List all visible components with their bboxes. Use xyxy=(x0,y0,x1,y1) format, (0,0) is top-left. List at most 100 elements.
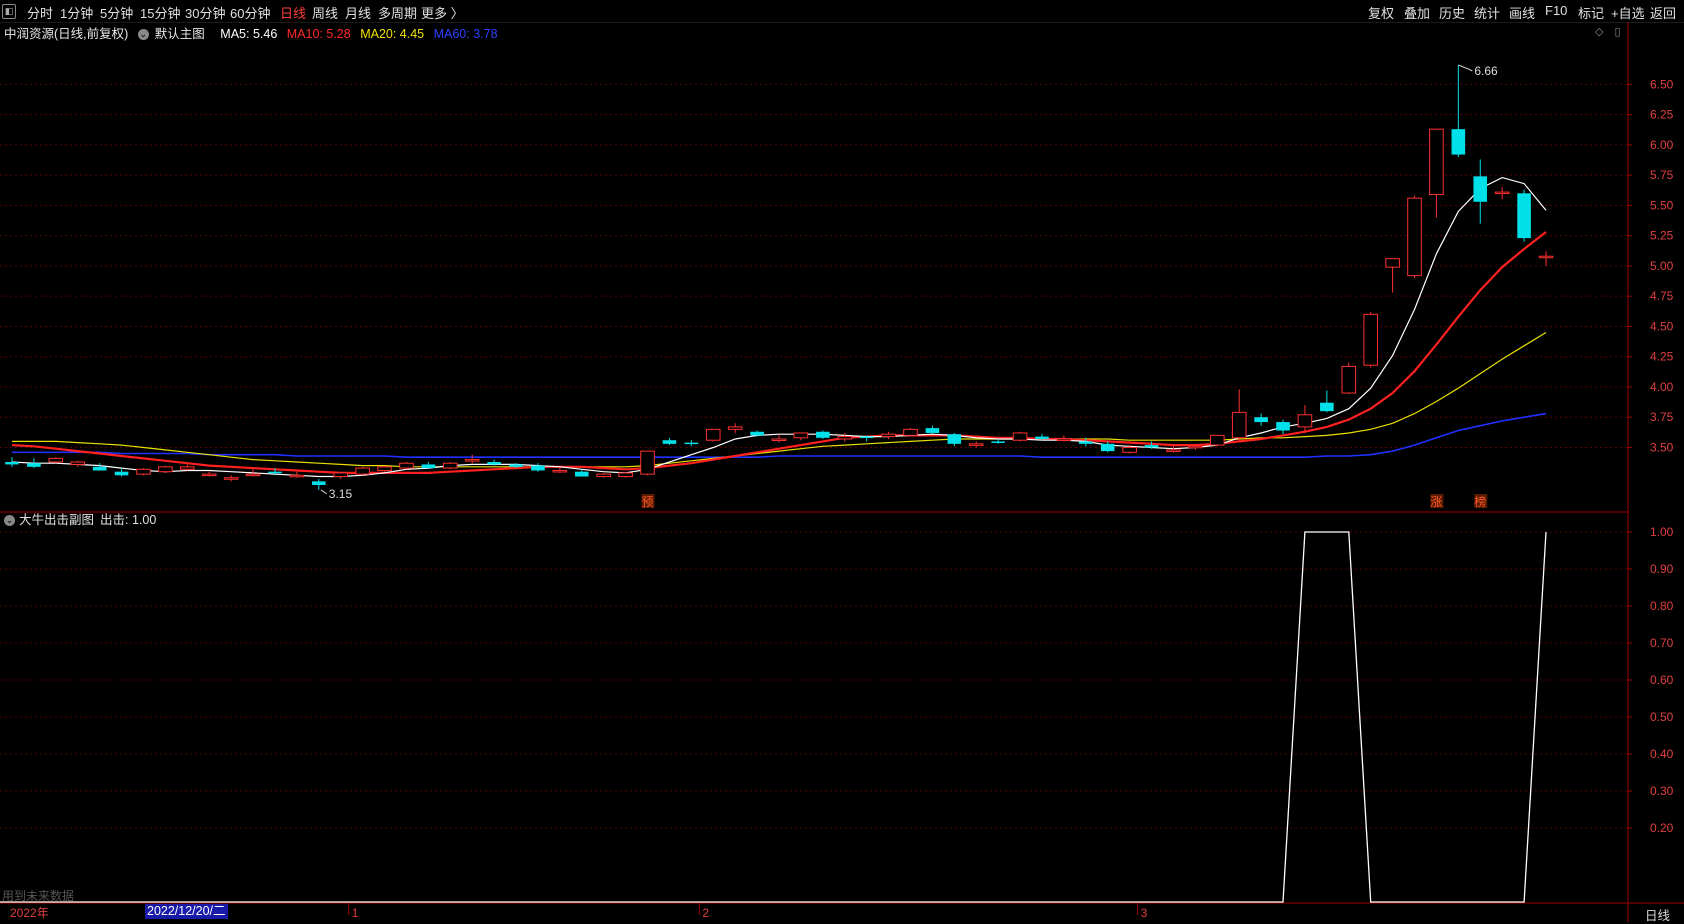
candle-body xyxy=(27,463,41,467)
future-data-note: 用到未来数据 xyxy=(2,889,75,903)
bang-label: 榜 xyxy=(1474,494,1486,509)
candle-body xyxy=(464,459,480,462)
x-month-label: 3 xyxy=(1141,906,1148,920)
candle-body xyxy=(421,464,436,469)
candle-body xyxy=(968,443,984,446)
candle-body xyxy=(201,473,217,477)
candle-body xyxy=(289,474,305,478)
candle-body xyxy=(793,432,809,439)
candle-body xyxy=(1297,414,1313,428)
candle-body xyxy=(925,428,940,433)
candle-body xyxy=(1100,443,1115,452)
candle-body xyxy=(1494,191,1510,195)
candle-body xyxy=(1451,129,1466,155)
y-tick-label: 6.00 xyxy=(1650,138,1674,152)
y-tick-label: 3.75 xyxy=(1650,410,1674,424)
candle-body xyxy=(1035,436,1049,440)
y-tick-label: 4.25 xyxy=(1650,350,1674,364)
zhang-label: 涨 xyxy=(1430,494,1442,509)
candle-body xyxy=(552,469,568,473)
candle-body xyxy=(881,433,896,438)
candle-body xyxy=(1429,128,1444,196)
candle-body xyxy=(903,428,918,436)
candle-body xyxy=(509,464,523,467)
candle-body xyxy=(816,431,830,438)
ma20-line xyxy=(12,331,1547,468)
candle-body xyxy=(1517,193,1531,239)
candle-body xyxy=(1056,438,1072,442)
candle-body xyxy=(355,467,370,475)
y-tick-label: 5.50 xyxy=(1650,198,1674,212)
y-tick-label: 6.25 xyxy=(1650,108,1674,122)
candle-body xyxy=(1209,434,1225,446)
candle-body xyxy=(705,428,721,441)
candle-body xyxy=(114,471,129,476)
y-tick-label: 5.25 xyxy=(1650,229,1674,243)
candle-body xyxy=(837,436,853,440)
candle-body xyxy=(684,442,699,445)
y-tick-label: 1.00 xyxy=(1650,525,1674,539)
candle-body xyxy=(1012,432,1028,441)
candle-body xyxy=(662,440,677,444)
x-year-label: 2022年 xyxy=(10,906,49,920)
high-arrow xyxy=(1458,64,1473,72)
candle-body xyxy=(1166,449,1181,452)
candle-body xyxy=(1363,313,1378,366)
y-tick-label: 0.90 xyxy=(1650,562,1674,576)
y-tick-label: 4.50 xyxy=(1650,319,1674,333)
y-tick-label: 0.40 xyxy=(1650,747,1674,761)
y-tick-label: 5.75 xyxy=(1650,168,1674,182)
ma5-line xyxy=(11,176,1547,478)
candle-body xyxy=(268,471,282,474)
candle-body xyxy=(1473,176,1488,202)
candle-body xyxy=(377,466,392,471)
candle-body xyxy=(1341,365,1357,394)
period-label[interactable]: 日线 xyxy=(1645,905,1670,924)
candle-body xyxy=(771,438,787,442)
low-label: 3.15 xyxy=(329,487,353,501)
candle-body xyxy=(1538,255,1554,259)
low-arrow xyxy=(320,489,328,495)
x-month-label: 2 xyxy=(702,906,709,920)
candle-body xyxy=(399,462,414,469)
y-tick-label: 3.50 xyxy=(1650,440,1674,454)
candle-body xyxy=(180,466,195,470)
candle-body xyxy=(158,466,173,473)
candle-body xyxy=(574,471,589,477)
candle-body xyxy=(1407,197,1422,277)
kline-chart[interactable]: 6.50 6.25 6.00 5.75 5.50 5.25 5.00 4.75 4.50 4.25… xyxy=(0,0,1684,922)
candle-body xyxy=(48,457,64,463)
candle-body xyxy=(750,431,764,436)
candle-body xyxy=(596,473,611,478)
candle-body xyxy=(312,481,326,486)
candle-body xyxy=(1079,441,1093,444)
y-tick-label: 4.75 xyxy=(1650,289,1674,303)
candle-body xyxy=(245,473,261,477)
candle-body xyxy=(136,468,151,475)
candle-body xyxy=(991,441,1005,443)
candle-body xyxy=(5,462,19,465)
y-tick-label: 0.60 xyxy=(1650,673,1674,687)
y-tick-label: 0.20 xyxy=(1650,821,1674,835)
y-tick-label: 5.00 xyxy=(1650,259,1674,273)
y-tick-label: 0.50 xyxy=(1650,710,1674,724)
candle-body xyxy=(618,472,633,478)
candle-body xyxy=(640,450,655,475)
candle-body xyxy=(947,434,962,444)
candle-body xyxy=(1385,258,1400,268)
candle-body xyxy=(70,461,86,465)
y-tick-label: 4.00 xyxy=(1650,380,1674,394)
y-tick-label: 0.70 xyxy=(1650,636,1674,650)
candle-body xyxy=(92,466,107,471)
candle-body xyxy=(1144,445,1159,448)
candle-body xyxy=(531,465,545,471)
y-tick-label: 0.30 xyxy=(1650,784,1674,798)
candle-body xyxy=(727,426,743,430)
candle-body xyxy=(1231,411,1247,439)
yu-label: 预 xyxy=(642,495,654,509)
candle-body xyxy=(1122,446,1137,453)
candle-body xyxy=(1188,445,1203,449)
y-tick-label: 6.50 xyxy=(1650,77,1674,91)
candle-body xyxy=(1320,402,1334,412)
candle-body xyxy=(333,472,349,478)
